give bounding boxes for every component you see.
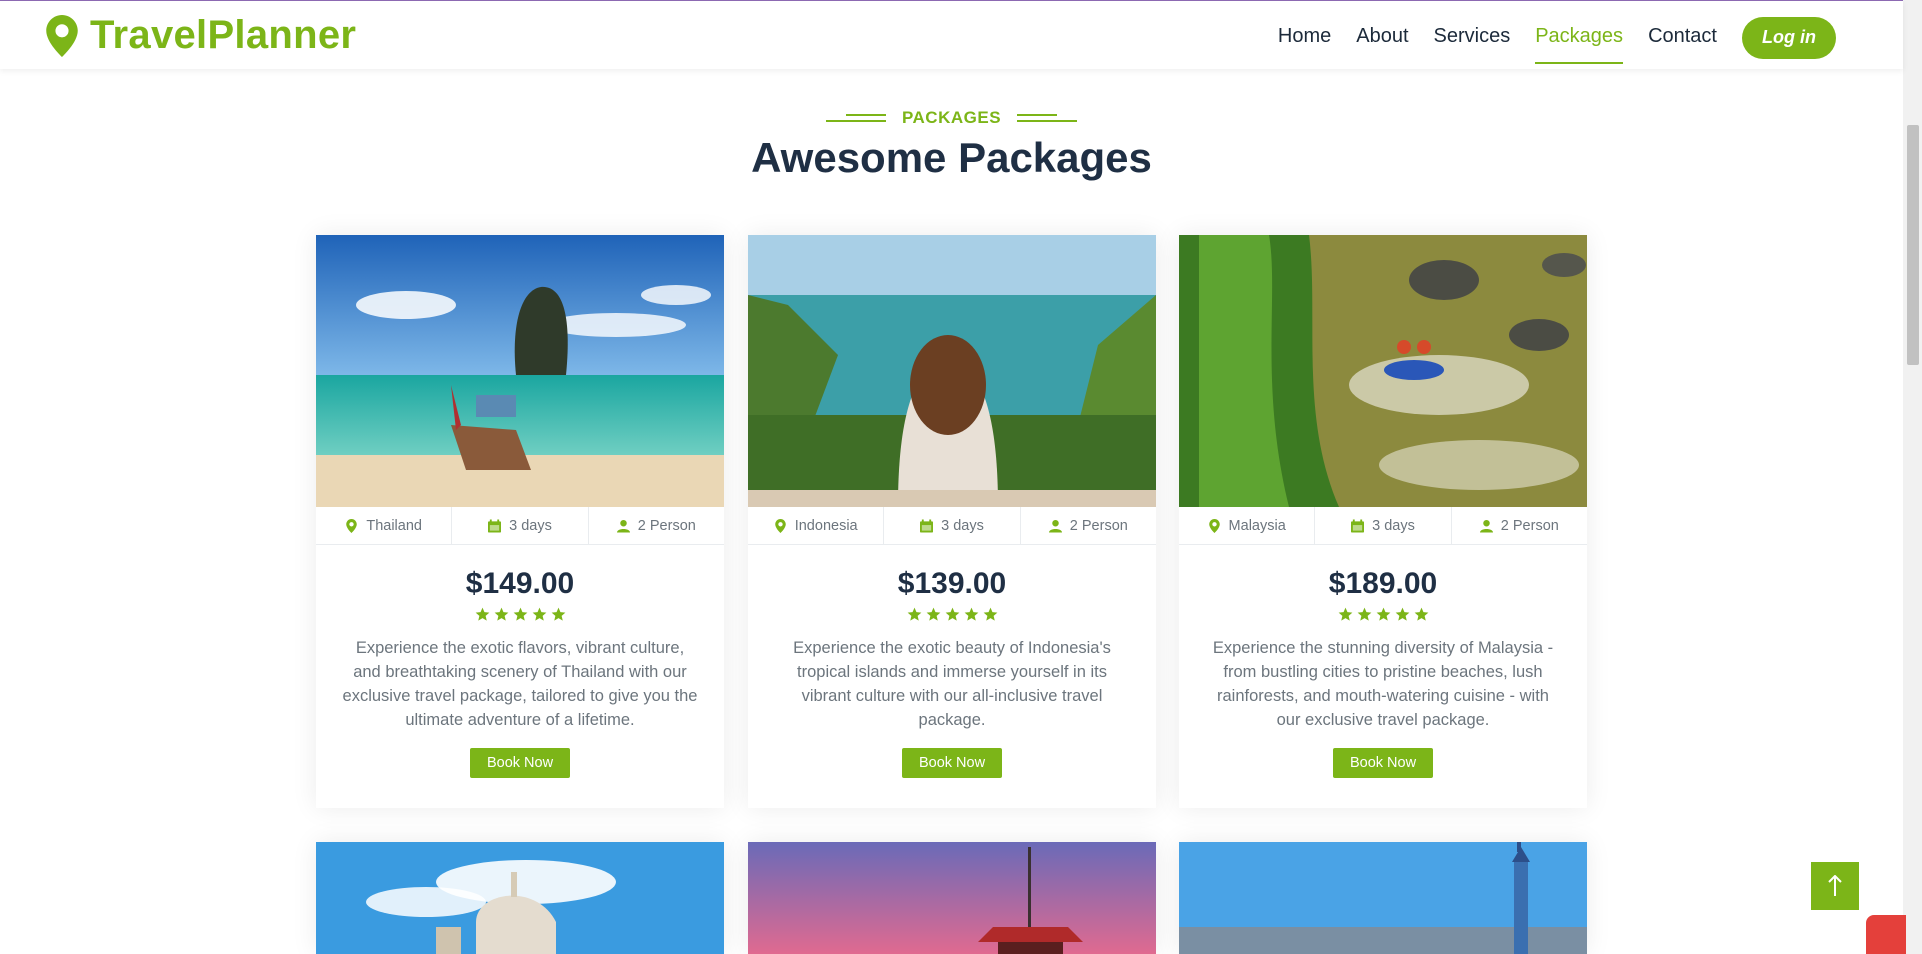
calendar-icon: [1351, 519, 1365, 532]
section-eyebrow-text: PACKAGES: [901, 108, 1002, 127]
main-nav: Home About Services Packages Contact Log…: [1278, 16, 1836, 64]
star-icon: [907, 607, 921, 621]
nav-home[interactable]: Home: [1278, 17, 1331, 62]
package-meta-row: Malaysia 3 days 2 Person: [1179, 507, 1587, 545]
package-description: Experience the exotic flavors, vibrant c…: [342, 639, 698, 729]
package-description: Experience the exotic beauty of Indonesi…: [793, 639, 1111, 729]
meta-location-text: Thailand: [366, 517, 422, 534]
arrow-up-icon: [1828, 875, 1842, 896]
star-icon: [513, 607, 527, 621]
star-icon: [475, 607, 489, 621]
user-icon: [1048, 519, 1062, 532]
meta-persons: 2 Person: [1452, 507, 1587, 544]
star-icon: [1395, 607, 1409, 621]
package-body: $139.00 Experience the exotic beauty of …: [748, 545, 1156, 808]
scrollbar-thumb[interactable]: [1907, 125, 1919, 365]
user-icon: [616, 519, 630, 532]
packages-section-header: PACKAGES Awesome Packages: [0, 108, 1903, 182]
meta-persons-text: 2 Person: [1069, 517, 1128, 534]
star-icon: [964, 607, 978, 621]
package-card-partial: [316, 842, 724, 954]
meta-location: Thailand: [316, 507, 453, 544]
package-card-partial: [748, 842, 1156, 954]
meta-location: Malaysia: [1179, 507, 1316, 544]
package-price: $149.00: [465, 567, 575, 600]
star-icon: [1338, 607, 1352, 621]
map-marker-icon: [774, 518, 786, 533]
nav-contact[interactable]: Contact: [1648, 17, 1717, 62]
brand-logo[interactable]: TravelPlanner: [46, 13, 356, 58]
star-icon: [1357, 607, 1371, 621]
meta-duration: 3 days: [884, 507, 1021, 544]
brand-name: TravelPlanner: [90, 13, 357, 57]
nav-services[interactable]: Services: [1434, 17, 1511, 62]
section-title: Awesome Packages: [751, 134, 1152, 181]
page-scrollbar[interactable]: [1903, 0, 1922, 954]
section-eyebrow: PACKAGES: [825, 108, 1078, 128]
package-meta-row: Indonesia 3 days 2 Person: [748, 507, 1156, 545]
nav-packages[interactable]: Packages: [1535, 17, 1623, 64]
meta-duration: 3 days: [452, 507, 589, 544]
eyebrow-decoration-left: [825, 113, 886, 123]
package-body: $149.00 Experience the exotic flavors, v…: [316, 545, 724, 808]
book-now-button[interactable]: Book Now: [901, 748, 1003, 778]
star-icon: [983, 607, 997, 621]
extension-badge-icon[interactable]: [1866, 915, 1906, 954]
star-icon: [551, 607, 565, 621]
meta-duration-text: 3 days: [509, 517, 552, 534]
package-body: $189.00 Experience the stunning diversit…: [1179, 545, 1587, 808]
star-icon: [494, 607, 508, 621]
package-image-partial: [316, 842, 724, 954]
login-button[interactable]: Log in: [1742, 16, 1836, 59]
package-image-malaysia: [1179, 235, 1587, 507]
package-card-partial: [1179, 842, 1587, 954]
meta-location: Indonesia: [748, 507, 885, 544]
map-marker-icon: [1208, 518, 1220, 533]
rating-stars: [336, 607, 704, 622]
package-image-indonesia: [748, 235, 1156, 507]
package-description: Experience the stunning diversity of Mal…: [1212, 639, 1554, 729]
package-price: $189.00: [1328, 567, 1438, 600]
top-navbar: TravelPlanner Home About Services Packag…: [0, 1, 1903, 69]
meta-duration-text: 3 days: [941, 517, 984, 534]
map-marker-icon: [46, 14, 78, 57]
package-card-malaysia: Malaysia 3 days 2 Person $189.00 Experie…: [1179, 235, 1587, 808]
package-image-partial: [1179, 842, 1587, 954]
meta-persons-text: 2 Person: [637, 517, 696, 534]
meta-location-text: Indonesia: [794, 517, 858, 534]
meta-persons: 2 Person: [589, 507, 724, 544]
star-icon: [945, 607, 959, 621]
user-icon: [1479, 519, 1493, 532]
package-meta-row: Thailand 3 days 2 Person: [316, 507, 724, 545]
eyebrow-decoration-right: [1017, 113, 1078, 123]
book-now-button[interactable]: Book Now: [469, 748, 571, 778]
meta-persons-text: 2 Person: [1500, 517, 1559, 534]
package-price: $139.00: [897, 567, 1007, 600]
map-marker-icon: [346, 518, 358, 533]
meta-duration: 3 days: [1315, 507, 1452, 544]
rating-stars: [768, 607, 1136, 622]
calendar-icon: [488, 519, 502, 532]
star-icon: [1376, 607, 1390, 621]
book-now-button[interactable]: Book Now: [1332, 748, 1434, 778]
star-icon: [532, 607, 546, 621]
package-image-partial: [748, 842, 1156, 954]
star-icon: [1414, 607, 1428, 621]
rating-stars: [1199, 607, 1567, 622]
meta-duration-text: 3 days: [1372, 517, 1415, 534]
nav-about[interactable]: About: [1356, 17, 1408, 62]
package-card-indonesia: Indonesia 3 days 2 Person $139.00 Experi…: [748, 235, 1156, 808]
meta-persons: 2 Person: [1021, 507, 1156, 544]
back-to-top-button[interactable]: [1811, 862, 1859, 910]
package-image-thailand: [316, 235, 724, 507]
star-icon: [926, 607, 940, 621]
calendar-icon: [920, 519, 934, 532]
meta-location-text: Malaysia: [1228, 517, 1286, 534]
package-card-thailand: Thailand 3 days 2 Person $149.00 Experie…: [316, 235, 724, 808]
